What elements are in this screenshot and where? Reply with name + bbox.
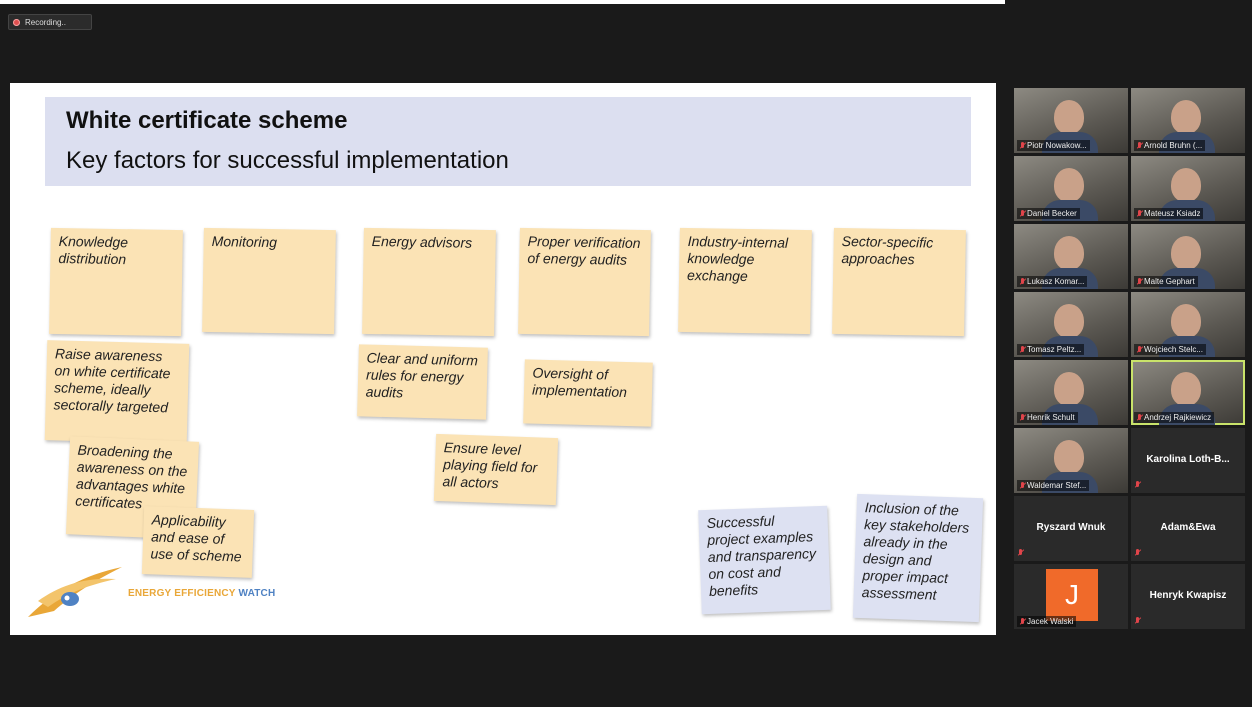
participant-name: Mateusz Ksiadz <box>1144 209 1201 218</box>
participant-name: Piotr Nowakow... <box>1027 141 1087 150</box>
participant-video <box>1171 168 1201 202</box>
sticky-note: Applicability and ease of use of scheme <box>141 506 255 578</box>
participant-tile[interactable]: Tomasz Peltz... <box>1014 292 1128 357</box>
participant-name: Arnold Bruhn (... <box>1144 141 1203 150</box>
participant-tile[interactable]: Waldemar Stef... <box>1014 428 1128 493</box>
participant-name-label: Piotr Nowakow... <box>1017 140 1090 151</box>
participant-tile[interactable]: Karolina Loth-B... <box>1131 428 1245 493</box>
muted-mic-icon <box>1020 345 1025 354</box>
participant-name-label: Jacek Walski <box>1017 616 1077 627</box>
participant-name-label: Mateusz Ksiadz <box>1134 208 1204 219</box>
muted-mic-icon <box>1135 617 1140 625</box>
participant-video <box>1054 100 1084 134</box>
sticky-note: Energy advisors <box>362 227 496 337</box>
sticky-note: Ensure level playing field for all actor… <box>433 433 559 506</box>
participant-tile[interactable]: Henryk Kwapisz <box>1131 564 1245 629</box>
recording-label: Recording.. <box>25 17 66 27</box>
shared-slide: White certificate scheme Key factors for… <box>10 83 996 635</box>
participant-video <box>1054 440 1084 474</box>
participant-avatar: J <box>1046 569 1098 621</box>
participant-video <box>1054 236 1084 270</box>
logo-part2: WATCH <box>238 588 276 599</box>
participant-name: Tomasz Peltz... <box>1027 345 1082 354</box>
participant-tile[interactable]: Malte Gephart <box>1131 224 1245 289</box>
muted-mic-icon <box>1020 481 1025 490</box>
participant-tile[interactable]: Henrik Schult <box>1014 360 1128 425</box>
participant-tile[interactable]: Daniel Becker <box>1014 156 1128 221</box>
sticky-note: Proper verification of energy audits <box>518 227 651 337</box>
participant-tile[interactable]: Arnold Bruhn (... <box>1131 88 1245 153</box>
logo-part1: ENERGY EFFICIENCY <box>128 588 236 599</box>
participant-name: Adam&Ewa <box>1160 522 1216 533</box>
sticky-note-blue: Inclusion of the key stakeholders alread… <box>852 493 984 623</box>
recording-indicator[interactable]: Recording.. <box>8 14 92 30</box>
participant-name-label: Daniel Becker <box>1017 208 1080 219</box>
participant-name-label: Tomasz Peltz... <box>1017 344 1085 355</box>
muted-mic-icon <box>1135 481 1140 489</box>
participant-name: Ryszard Wnuk <box>1036 522 1106 533</box>
participant-video <box>1054 304 1084 338</box>
participant-video <box>1171 304 1201 338</box>
participant-name: Karolina Loth-B... <box>1146 454 1230 465</box>
participant-name: Andrzej Rajkiewicz <box>1144 413 1212 422</box>
slide-title: White certificate scheme <box>66 107 348 134</box>
participant-video <box>1054 168 1084 202</box>
muted-mic-icon <box>1135 549 1140 557</box>
muted-mic-icon <box>1137 345 1142 354</box>
participant-name: Wojciech Stelc... <box>1144 345 1203 354</box>
muted-mic-icon <box>1137 209 1142 218</box>
sticky-note: Raise awareness on white certificate sch… <box>44 340 190 444</box>
participant-tile[interactable]: Adam&Ewa <box>1131 496 1245 561</box>
muted-mic-icon <box>1137 413 1142 422</box>
muted-mic-icon <box>1137 277 1142 286</box>
participant-tile[interactable]: Lukasz Komar... <box>1014 224 1128 289</box>
participant-video <box>1054 372 1084 406</box>
participant-name-label: Malte Gephart <box>1134 276 1198 287</box>
participant-tile[interactable]: Wojciech Stelc... <box>1131 292 1245 357</box>
muted-mic-icon <box>1020 617 1025 626</box>
energy-efficiency-watch-logo <box>28 567 122 617</box>
muted-mic-icon <box>1020 141 1025 150</box>
sticky-note: Industry-internal knowledge exchange <box>678 227 812 335</box>
sticky-note: Clear and uniform rules for energy audit… <box>357 344 488 420</box>
top-bar <box>0 0 1005 4</box>
participant-tile[interactable]: Ryszard Wnuk <box>1014 496 1128 561</box>
participant-name: Henrik Schult <box>1027 413 1075 422</box>
participant-name-label: Wojciech Stelc... <box>1134 344 1206 355</box>
sticky-note: Oversight of implementation <box>523 359 653 427</box>
participant-video <box>1171 372 1201 406</box>
slide-subtitle: Key factors for successful implementatio… <box>66 147 509 174</box>
participant-name-label: Waldemar Stef... <box>1017 480 1090 491</box>
participant-name: Lukasz Komar... <box>1027 277 1085 286</box>
logo-wordmark: ENERGY EFFICIENCY WATCH <box>128 588 275 599</box>
participant-tile[interactable]: Mateusz Ksiadz <box>1131 156 1245 221</box>
participant-video <box>1171 100 1201 134</box>
participant-tile[interactable]: Andrzej Rajkiewicz <box>1131 360 1245 425</box>
muted-mic-icon <box>1020 413 1025 422</box>
muted-mic-icon <box>1020 277 1025 286</box>
participant-name-label: Arnold Bruhn (... <box>1134 140 1206 151</box>
sticky-note: Sector-specific approaches <box>832 227 966 337</box>
participant-name-label: Andrzej Rajkiewicz <box>1134 412 1215 423</box>
participant-tile[interactable]: Piotr Nowakow... <box>1014 88 1128 153</box>
sticky-note: Knowledge distribution <box>49 227 183 337</box>
participant-name: Jacek Walski <box>1027 617 1074 626</box>
muted-mic-icon <box>1137 141 1142 150</box>
participant-name-label: Henrik Schult <box>1017 412 1078 423</box>
participant-name: Henryk Kwapisz <box>1149 590 1227 601</box>
participant-name: Waldemar Stef... <box>1027 481 1087 490</box>
participant-video <box>1171 236 1201 270</box>
muted-mic-icon <box>1018 549 1023 557</box>
sticky-note-blue: Successful project examples and transpar… <box>698 505 831 615</box>
participant-tile[interactable]: J Jacek Walski <box>1014 564 1128 629</box>
muted-mic-icon <box>1020 209 1025 218</box>
slide-title-band: White certificate scheme Key factors for… <box>45 97 971 186</box>
meeting-window: Recording.. White certificate scheme Key… <box>0 0 1252 707</box>
record-icon <box>13 18 20 26</box>
sticky-note: Monitoring <box>202 227 336 335</box>
participant-name-label: Lukasz Komar... <box>1017 276 1088 287</box>
participant-name: Malte Gephart <box>1144 277 1195 286</box>
participant-name: Daniel Becker <box>1027 209 1077 218</box>
